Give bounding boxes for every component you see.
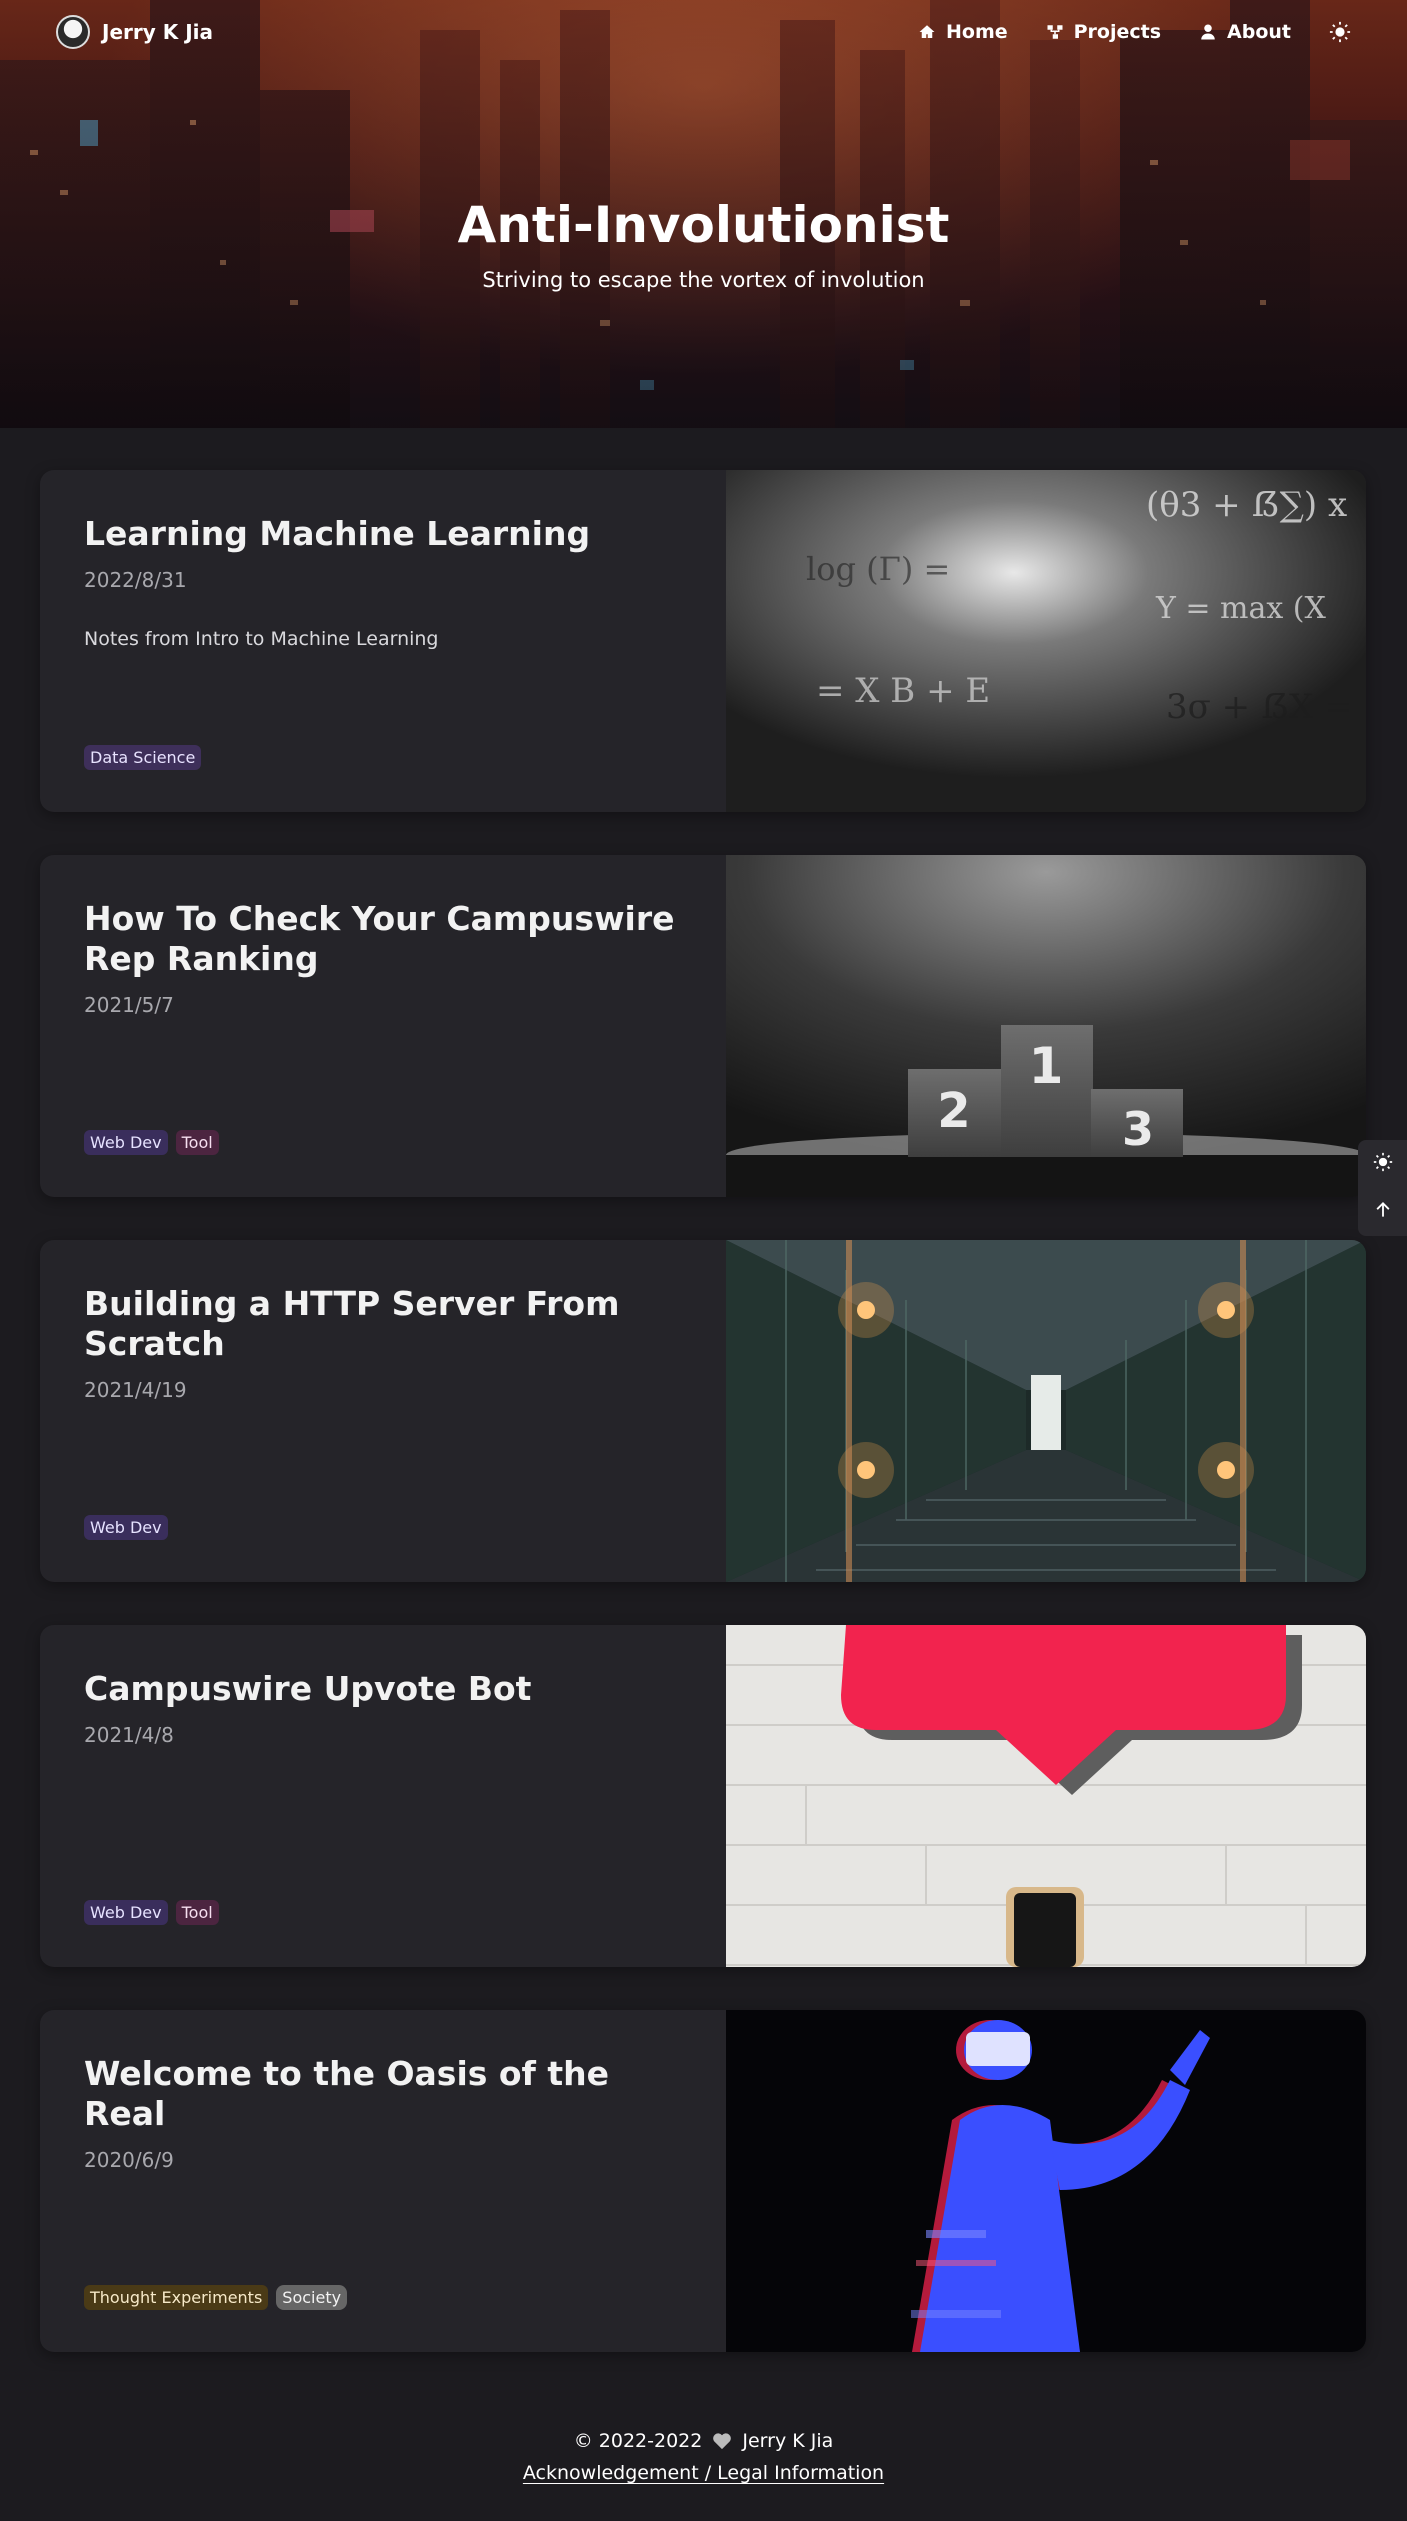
tag[interactable]: Data Science [84, 745, 202, 770]
tag[interactable]: Society [276, 2285, 348, 2310]
tag[interactable]: Web Dev [84, 1515, 168, 1540]
post-summary: Notes from Intro to Machine Learning [84, 628, 439, 650]
post-thumbnail[interactable] [726, 2010, 1366, 2352]
copyright-text: © 2022-2022 [573, 2430, 703, 2452]
tag[interactable]: Thought Experiments [84, 2285, 269, 2310]
post-tags: Thought Experiments Society [84, 2285, 348, 2310]
nav-item-projects[interactable]: Projects [1046, 21, 1161, 43]
site-subtitle: Striving to escape the vortex of involut… [482, 268, 925, 292]
site-title: Anti-Involutionist [457, 196, 950, 254]
brand-link[interactable]: Jerry K Jia [56, 15, 213, 49]
post-date: 2021/4/19 [84, 1378, 187, 1402]
nav-item-home[interactable]: Home [918, 21, 1008, 43]
home-icon [919, 25, 935, 38]
equation-text: Y = max (X [1155, 591, 1327, 626]
post-title[interactable]: Campuswire Upvote Bot [84, 1669, 682, 1709]
post-tags: Web Dev Tool [84, 1130, 219, 1155]
post-date: 2020/6/9 [84, 2148, 174, 2172]
post-title[interactable]: Building a HTTP Server From Scratch [84, 1284, 682, 1364]
sun-icon [1329, 21, 1351, 43]
post-date: 2021/4/8 [84, 1723, 174, 1747]
post-thumbnail[interactable] [726, 1625, 1366, 1967]
post-info: How To Check Your Campuswire Rep Ranking… [40, 855, 726, 1197]
post-info: Welcome to the Oasis of the Real 2020/6/… [40, 2010, 726, 2352]
equation-text: log (Γ) = [806, 550, 950, 588]
post-thumbnail[interactable]: (θ3 + ẞ∑) x log (Γ) = Y = max (X = X B +… [726, 470, 1366, 812]
arrow-up-icon [1376, 1202, 1389, 1217]
server-corridor-image [726, 1240, 1366, 1582]
post-title[interactable]: How To Check Your Campuswire Rep Ranking [84, 899, 682, 979]
post-tags: Web Dev Tool [84, 1900, 219, 1925]
podium-image: 1 2 3 [726, 855, 1366, 1197]
podium-number: 3 [1122, 1102, 1154, 1156]
nav-item-label: Projects [1073, 21, 1162, 43]
brand-name: Jerry K Jia [102, 20, 213, 44]
projects-icon [1047, 25, 1063, 39]
equation-text: (θ3 + ẞ∑) x [1146, 485, 1347, 525]
post-tags: Data Science [84, 745, 202, 770]
sun-icon [1373, 1152, 1392, 1172]
post-title[interactable]: Welcome to the Oasis of the Real [84, 2054, 682, 2134]
tag[interactable]: Web Dev [84, 1900, 168, 1925]
post-card[interactable]: Campuswire Upvote Bot 2021/4/8 Web Dev T… [40, 1625, 1366, 1967]
post-tags: Web Dev [84, 1515, 168, 1540]
podium-number: 2 [937, 1083, 970, 1139]
theme-toggle-button[interactable] [1329, 21, 1351, 43]
post-card[interactable]: Building a HTTP Server From Scratch 2021… [40, 1240, 1366, 1582]
post-title[interactable]: Learning Machine Learning [84, 514, 682, 554]
theme-toggle-button[interactable] [1373, 1152, 1393, 1176]
podium-number: 1 [1029, 1037, 1064, 1095]
nav-item-label: Home [945, 21, 1008, 43]
nav-item-about[interactable]: About [1199, 21, 1291, 43]
floating-toolbar [1358, 1140, 1407, 1236]
top-navbar: Jerry K Jia Home Projects About [0, 0, 1407, 64]
post-info: Building a HTTP Server From Scratch 2021… [40, 1240, 726, 1582]
back-to-top-button[interactable] [1373, 1200, 1393, 1224]
post-info: Learning Machine Learning 2022/8/31 Note… [40, 470, 726, 812]
post-date: 2021/5/7 [84, 993, 174, 1017]
tag[interactable]: Tool [175, 1900, 219, 1925]
legal-link[interactable]: Acknowledgement / Legal Information [523, 2462, 884, 2484]
equation-text: = X B + E [816, 671, 990, 711]
nav-menu: Home Projects About [918, 21, 1351, 43]
heart-mural-image [726, 1625, 1366, 1967]
post-date: 2022/8/31 [84, 568, 187, 592]
post-thumbnail[interactable] [726, 1240, 1366, 1582]
heart-icon [713, 2433, 732, 2450]
tag[interactable]: Tool [175, 1130, 219, 1155]
nav-item-label: About [1227, 21, 1291, 43]
avatar [56, 15, 90, 49]
post-card[interactable]: How To Check Your Campuswire Rep Ranking… [40, 855, 1366, 1197]
hero-banner: Jerry K Jia Home Projects About Anti-Inv… [0, 0, 1407, 428]
vr-person-image [726, 2010, 1366, 2352]
post-info: Campuswire Upvote Bot 2021/4/8 Web Dev T… [40, 1625, 726, 1967]
math-equations-image: (θ3 + ẞ∑) x log (Γ) = Y = max (X = X B +… [726, 470, 1366, 812]
post-card[interactable]: Learning Machine Learning 2022/8/31 Note… [40, 470, 1366, 812]
user-icon [1201, 24, 1215, 40]
post-card[interactable]: Welcome to the Oasis of the Real 2020/6/… [40, 2010, 1366, 2352]
equation-text: 3σ + ẞX = [1166, 687, 1353, 727]
footer-author: Jerry K Jia [742, 2430, 834, 2452]
site-footer: © 2022-2022 Jerry K Jia Acknowledgement … [0, 2430, 1407, 2484]
tag[interactable]: Web Dev [84, 1130, 168, 1155]
footer-copyright: © 2022-2022 Jerry K Jia [0, 2430, 1407, 2452]
post-thumbnail[interactable]: 1 2 3 [726, 855, 1366, 1197]
